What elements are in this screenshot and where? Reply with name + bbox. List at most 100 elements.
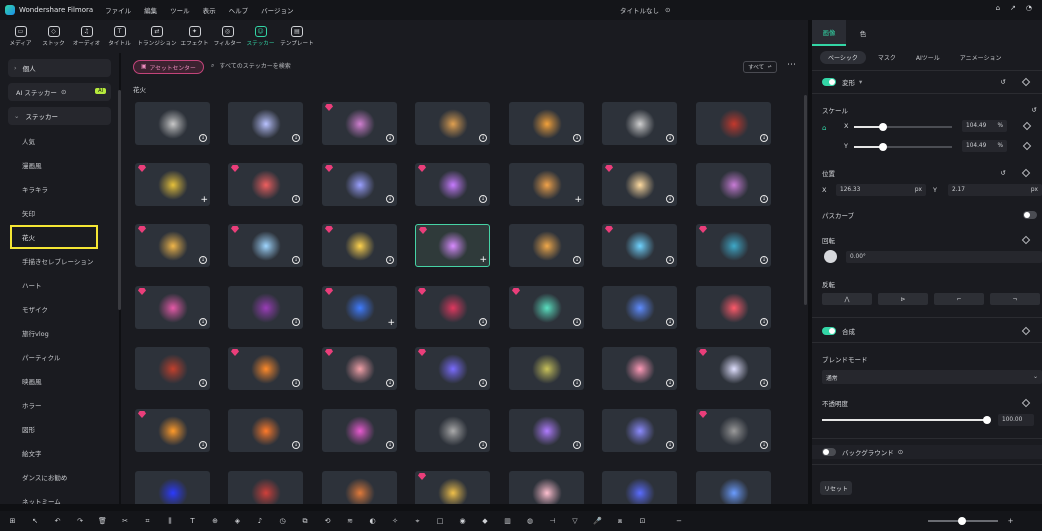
sidebar-item-category[interactable]: ネットミーム bbox=[0, 489, 119, 504]
adjust-icon[interactable]: ≋ bbox=[343, 517, 358, 526]
background-toggle[interactable] bbox=[822, 448, 836, 456]
rotate-left-button[interactable]: ⌐ bbox=[934, 293, 984, 305]
sidebar-item-category[interactable]: 絵文字 bbox=[0, 441, 119, 465]
rotate-right-button[interactable]: ¬ bbox=[990, 293, 1040, 305]
mask-icon[interactable]: ◐ bbox=[365, 517, 380, 526]
redo-icon[interactable]: ↷ bbox=[73, 517, 88, 526]
sticker-tile[interactable]: ↓ bbox=[696, 347, 771, 390]
download-icon[interactable]: ↓ bbox=[760, 195, 768, 203]
share-icon[interactable]: ↗ bbox=[1010, 4, 1016, 12]
sticker-tile[interactable]: + bbox=[322, 286, 397, 329]
keyframe-icon[interactable] bbox=[1021, 77, 1031, 87]
reset-icon[interactable]: ↺ bbox=[1032, 106, 1037, 114]
reset-button[interactable]: リセット bbox=[820, 481, 852, 495]
color-icon[interactable]: ◈ bbox=[230, 517, 245, 526]
sticker-tile[interactable]: ↓ bbox=[322, 224, 397, 267]
download-icon[interactable]: ↓ bbox=[666, 379, 674, 387]
sticker-tile[interactable]: ↓ bbox=[135, 347, 210, 390]
download-icon[interactable]: ↓ bbox=[292, 379, 300, 387]
sticker-tile[interactable]: ↓ bbox=[322, 102, 397, 145]
download-icon[interactable]: ↓ bbox=[292, 256, 300, 264]
sticker-tile[interactable]: + bbox=[509, 163, 584, 206]
scale-x-slider[interactable] bbox=[854, 123, 952, 131]
sidebar-item-category[interactable]: 花火 bbox=[10, 225, 98, 249]
download-icon[interactable]: ↓ bbox=[573, 134, 581, 142]
slider-knob[interactable] bbox=[879, 123, 887, 131]
fx-icon[interactable]: ▥ bbox=[500, 517, 515, 526]
sidebar-personal[interactable]: › 個人 bbox=[8, 59, 111, 77]
fit-icon[interactable]: ⊡ bbox=[635, 517, 650, 526]
download-icon[interactable]: ↓ bbox=[479, 379, 487, 387]
reset-icon[interactable]: ↺ bbox=[1001, 169, 1006, 177]
sticker-tile[interactable]: ↓ bbox=[228, 347, 303, 390]
keyframe-icon[interactable] bbox=[1021, 168, 1031, 178]
zoom-icon[interactable]: ⊕ bbox=[208, 517, 223, 526]
sticker-tile[interactable]: ↓ bbox=[322, 347, 397, 390]
menu-view[interactable]: 表示 bbox=[203, 5, 216, 15]
download-icon[interactable]: ↓ bbox=[760, 256, 768, 264]
mix-icon[interactable]: ⧈ bbox=[613, 517, 628, 526]
zoom-in-icon[interactable]: + bbox=[1003, 516, 1018, 525]
slider-knob[interactable] bbox=[879, 143, 887, 151]
sticker-tile[interactable]: ↓ bbox=[135, 286, 210, 329]
more-options-icon[interactable]: ⋯ bbox=[787, 60, 796, 70]
sticker-tile[interactable]: ↓ bbox=[509, 224, 584, 267]
toolbar-stock[interactable]: ◇ ストック bbox=[37, 20, 70, 53]
toolbar-audio[interactable]: ♫ オーディオ bbox=[70, 20, 103, 53]
sticker-tile[interactable]: + bbox=[135, 163, 210, 206]
audio-icon[interactable]: ♪ bbox=[253, 517, 268, 526]
sticker-tile[interactable]: ↓ bbox=[602, 409, 677, 452]
sticker-tile[interactable]: ↓ bbox=[415, 409, 490, 452]
toolbar-filter[interactable]: ◎ フィルター bbox=[211, 20, 244, 53]
marker-icon[interactable]: ▽ bbox=[568, 517, 583, 526]
sticker-tile[interactable]: ↓ bbox=[415, 347, 490, 390]
chevron-down-icon[interactable]: ▾ bbox=[859, 78, 862, 86]
subtab-ai-tools[interactable]: AIツール bbox=[908, 51, 948, 64]
toolbar-effect[interactable]: ✦ エフェクト bbox=[178, 20, 211, 53]
menu-version[interactable]: バージョン bbox=[261, 5, 293, 15]
download-icon[interactable]: ↓ bbox=[760, 134, 768, 142]
keyframe-icon[interactable] bbox=[1021, 235, 1031, 245]
download-icon[interactable]: ↓ bbox=[386, 379, 394, 387]
tab-color[interactable]: 色 bbox=[846, 20, 880, 46]
voice-icon[interactable]: 🎤 bbox=[590, 517, 605, 526]
download-icon[interactable]: ↓ bbox=[292, 318, 300, 326]
toolbar-template[interactable]: ▤ テンプレート bbox=[277, 20, 317, 53]
split-icon[interactable]: ⫼ bbox=[163, 517, 178, 526]
add-icon[interactable]: + bbox=[574, 196, 582, 205]
position-x-input[interactable]: 126.33 px bbox=[836, 184, 926, 196]
search-input[interactable]: すべてのステッカーを検索 bbox=[219, 61, 290, 70]
sidebar-item-category[interactable]: 旅行vlog bbox=[0, 321, 119, 345]
transform-toggle[interactable] bbox=[822, 78, 836, 86]
opacity-input[interactable]: 100.00 bbox=[998, 414, 1034, 426]
sticker-tile[interactable]: ↓ bbox=[509, 409, 584, 452]
toolbar-media[interactable]: ▭ メディア bbox=[4, 20, 37, 53]
download-icon[interactable]: ↓ bbox=[666, 195, 674, 203]
menu-help[interactable]: ヘルプ bbox=[229, 5, 249, 15]
sticker-tile[interactable]: ↓ bbox=[509, 102, 584, 145]
download-icon[interactable]: ↓ bbox=[479, 134, 487, 142]
download-icon[interactable]: ↓ bbox=[386, 441, 394, 449]
sticker-tile[interactable]: ↓ bbox=[696, 224, 771, 267]
position-y-input[interactable]: 2.17 px bbox=[948, 184, 1042, 196]
rotation-input[interactable]: 0.00° bbox=[846, 251, 1042, 263]
sticker-tile[interactable]: ↓ bbox=[602, 347, 677, 390]
sticker-tile[interactable] bbox=[696, 471, 771, 504]
sticker-tile[interactable]: ↓ bbox=[415, 102, 490, 145]
sticker-tile[interactable]: ↓ bbox=[602, 102, 677, 145]
timeline-zoom-slider[interactable] bbox=[928, 517, 998, 525]
sticker-tile[interactable]: ↓ bbox=[228, 286, 303, 329]
sticker-tile[interactable]: ↓ bbox=[322, 163, 397, 206]
sidebar-item-category[interactable]: 矢印 bbox=[0, 201, 119, 225]
download-icon[interactable]: ↓ bbox=[292, 441, 300, 449]
sidebar-item-category[interactable]: ハート bbox=[0, 273, 119, 297]
download-icon[interactable]: ↓ bbox=[573, 318, 581, 326]
rotate-icon[interactable]: ⟲ bbox=[320, 517, 335, 526]
keyframe-icon[interactable]: ◆ bbox=[478, 517, 493, 526]
reset-icon[interactable]: ↺ bbox=[1001, 78, 1006, 86]
snap-icon[interactable]: ⊣ bbox=[545, 517, 560, 526]
grid-icon[interactable]: ⊞ bbox=[5, 517, 20, 526]
download-icon[interactable]: ↓ bbox=[573, 379, 581, 387]
download-icon[interactable]: ↓ bbox=[760, 318, 768, 326]
download-icon[interactable]: ↓ bbox=[199, 379, 207, 387]
